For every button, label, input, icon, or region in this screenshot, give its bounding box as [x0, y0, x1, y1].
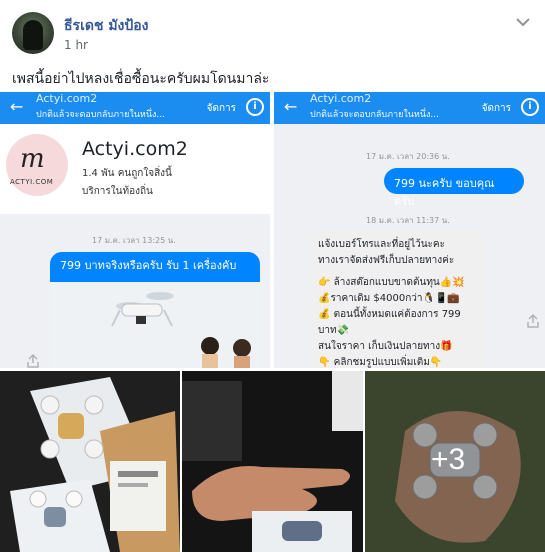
chat-timestamp: 17 ม.ค. เวลา 13:25 น.	[92, 236, 176, 245]
author-avatar[interactable]	[12, 12, 54, 54]
post-header: ธีรเดช มังป้อง 1 hr	[0, 0, 545, 62]
info-icon: i	[246, 98, 264, 116]
reply-line: แจ้งเบอร์โทรและที่อยู่ไว้นะคะ	[318, 239, 445, 250]
messenger-header: ← Actyi.com2 ปกติแล้วจะตอบกลับภายในหนึ่ง…	[0, 92, 270, 124]
back-arrow-icon: ←	[10, 97, 24, 116]
reply-line: 👇 คลิกชมรูปแบบเพิ่มเติม👇	[318, 357, 443, 368]
photo-drone-boxes[interactable]	[0, 371, 180, 552]
share-icon[interactable]	[526, 314, 540, 328]
reply-line: 💰 ตอนนี้ทั้งหมดแค่ต้องการ 799	[318, 309, 461, 320]
reply-line: ทางเราจัดส่งฟรีเก็บปลายทางค่ะ	[318, 255, 455, 266]
back-arrow-icon: ←	[284, 97, 298, 116]
author-name[interactable]: ธีรเดช มังป้อง	[64, 15, 149, 37]
page-likes: 1.4 พัน คนถูกใจสิ่งนี้	[82, 168, 172, 179]
screenshot-right[interactable]: ← Actyi.com2 ปกติแล้วจะตอบกลับภายในหนึ่ง…	[274, 92, 545, 368]
page-card: m ACTYI.COM Actyi.com2 1.4 พัน คนถูกใจสิ…	[0, 124, 270, 214]
photo-drone-in-hand[interactable]: +3	[365, 371, 545, 552]
reply-line: 👉 ล้างสต๊อกแบบขาดต้นทุน👍💥	[318, 277, 465, 288]
chevron-down-icon[interactable]	[515, 16, 531, 28]
header-title: Actyi.com2	[36, 92, 98, 105]
more-photos-count[interactable]: +3	[431, 443, 465, 477]
photo-drone-boxes-image	[0, 371, 180, 552]
reply-line: บาท💸	[318, 325, 350, 336]
header-subtitle: ปกติแล้วจะตอบกลับภายในหนึ่ง...	[36, 110, 165, 120]
photo-hand-drone-image	[182, 371, 363, 552]
screenshot-left[interactable]: ← Actyi.com2 ปกติแล้วจะตอบกลับภายในหนึ่ง…	[0, 92, 270, 368]
chat-timestamp-1: 17 ม.ค. เวลา 20:36 น.	[366, 152, 450, 161]
received-message: แจ้งเบอร์โทรและที่อยู่ไว้นะคะ ทางเราจัดส…	[308, 230, 486, 368]
header-title: Actyi.com2	[310, 92, 372, 105]
drone-ad-image	[50, 282, 260, 368]
messenger-header: ← Actyi.com2 ปกติแล้วจะตอบกลับภายในหนึ่ง…	[274, 92, 545, 124]
reply-line: สนใจราคา เก็บเงินปลายทาง🎁	[318, 341, 453, 352]
info-icon: i	[521, 98, 539, 116]
post-timestamp[interactable]: 1 hr	[64, 38, 88, 52]
chat-timestamp-2: 18 ม.ค. เวลา 11:37 น.	[366, 216, 450, 225]
header-subtitle: ปกติแล้วจะตอบกลับภายในหนึ่ง...	[310, 110, 439, 120]
drone-illustration	[50, 282, 260, 368]
page-logo: m ACTYI.COM	[6, 134, 68, 196]
reply-line: 💰ราคาเดิม $4000กว่า🐧📱💼	[318, 293, 460, 304]
share-icon[interactable]	[26, 354, 40, 368]
post-text: เพสนี้อย่าไปหลงเชื่อซื้อนะครับผมโดนมาล่ะ	[12, 71, 270, 87]
logo-text: ACTYI.COM	[10, 178, 54, 186]
avatar-figure	[23, 20, 43, 50]
logo-mark: m	[20, 144, 45, 174]
page-category: บริการในท้องถิ่น	[82, 186, 153, 197]
drone-gold	[58, 413, 84, 439]
sent-message: 799 นะครับ ขอบคุณครับ	[384, 168, 524, 208]
photo-hand-drone[interactable]	[182, 371, 363, 552]
page-name: Actyi.com2	[82, 138, 188, 160]
manage-label: จัดการ	[481, 103, 511, 114]
manage-label: จัดการ	[206, 103, 236, 114]
